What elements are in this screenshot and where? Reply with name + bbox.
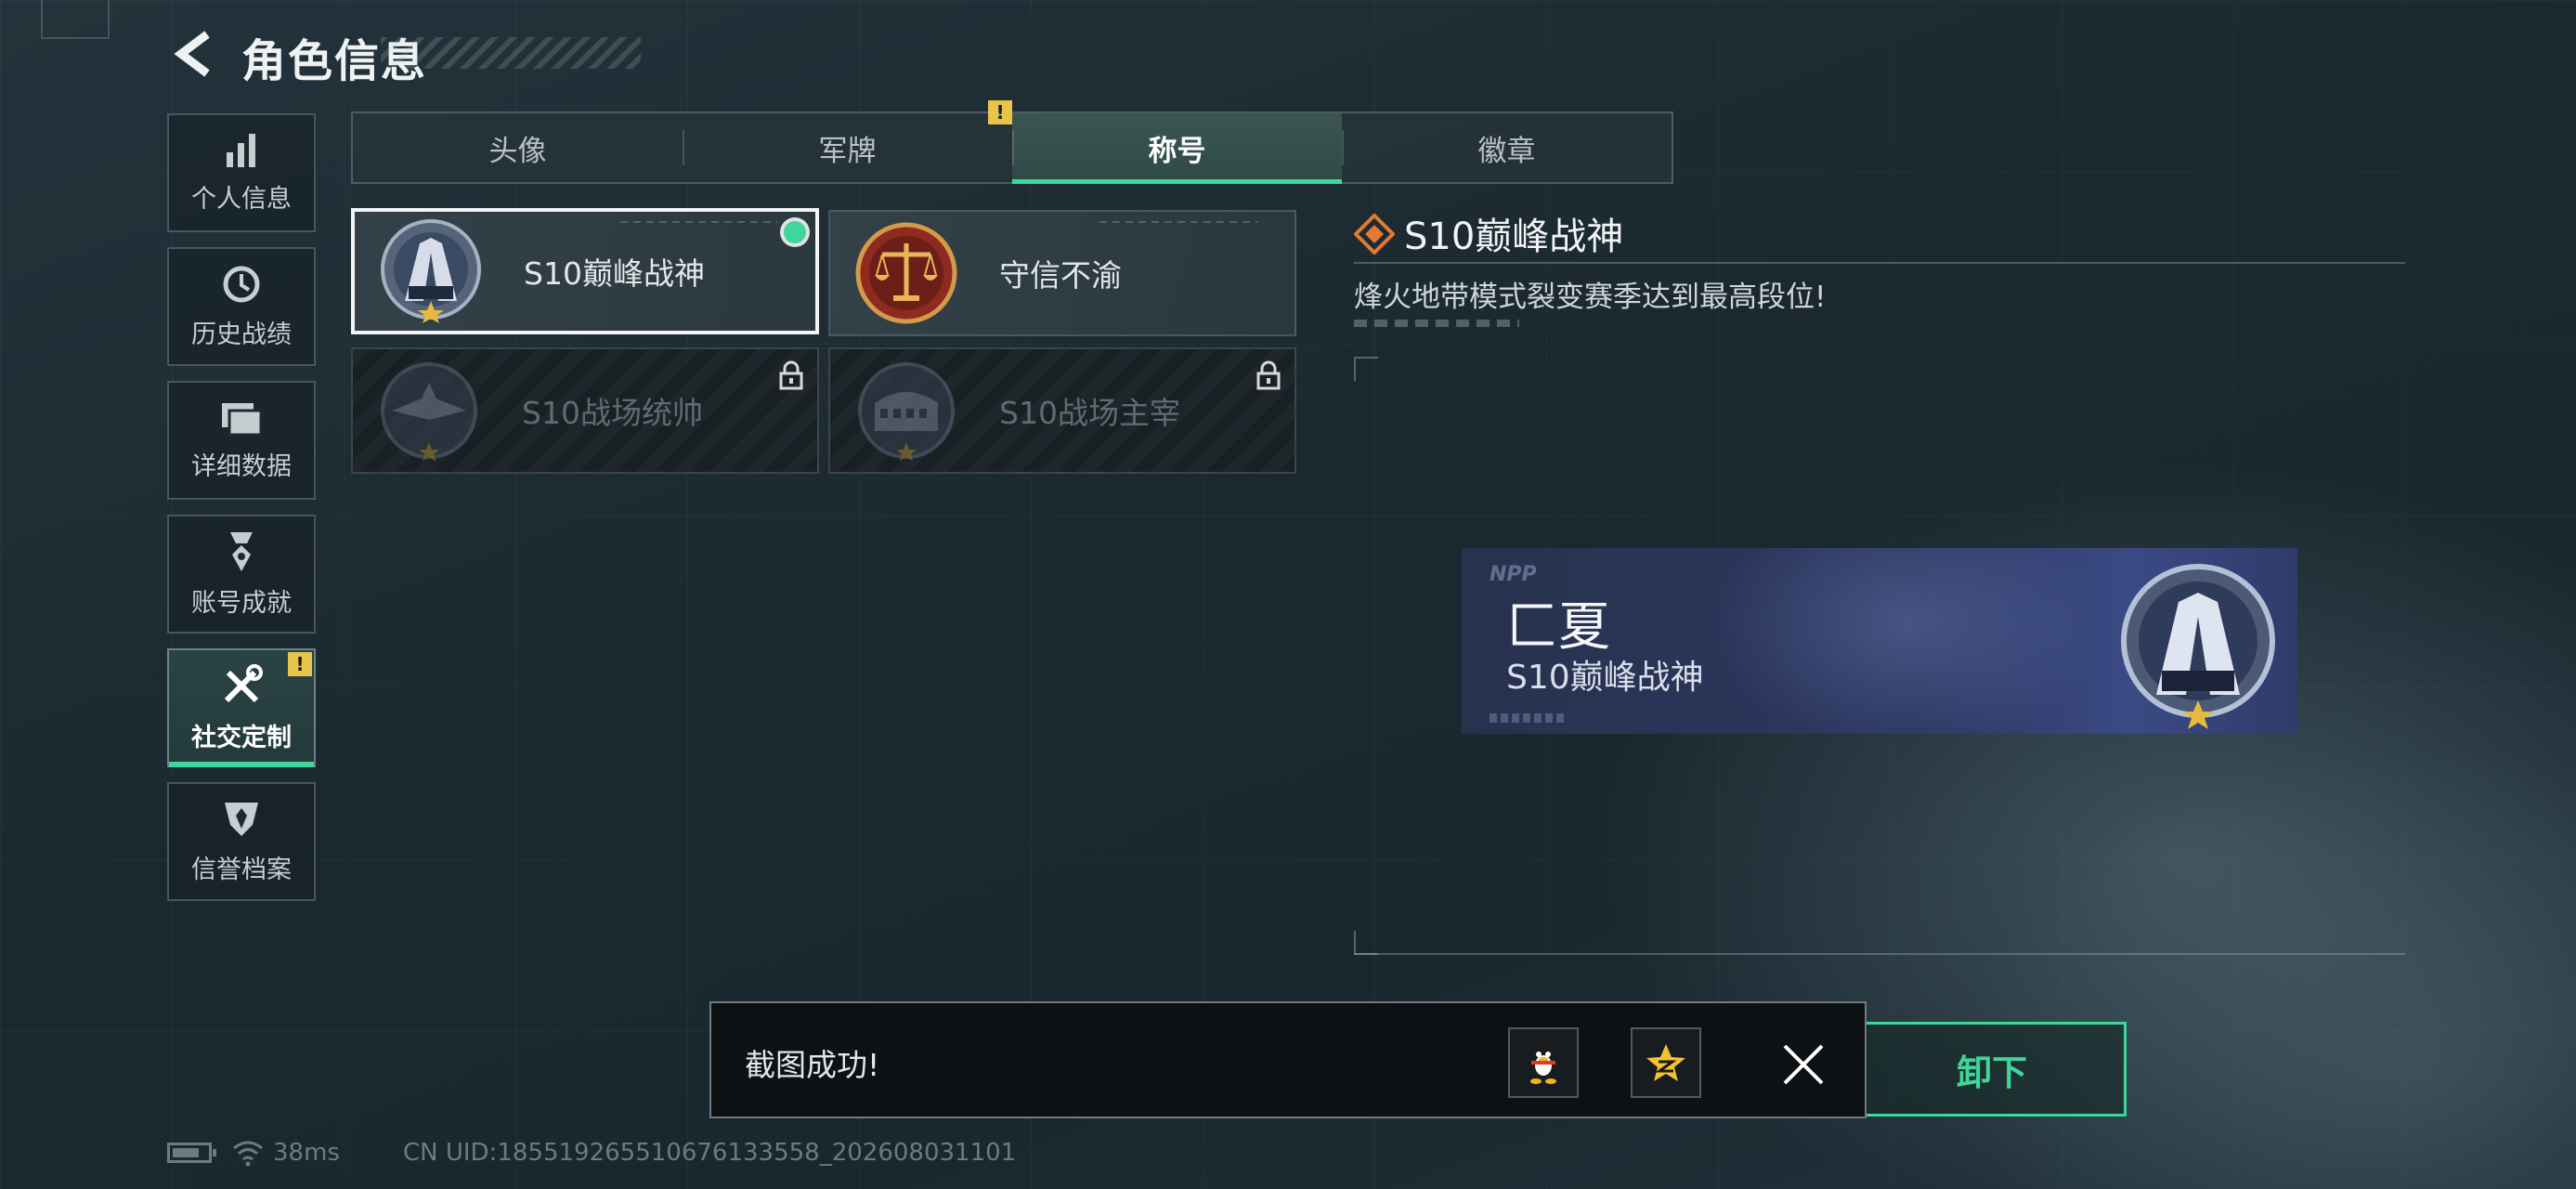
divider [1354, 953, 2405, 955]
alert-badge: ! [988, 100, 1012, 124]
title-card[interactable]: S10战场统帅 [351, 347, 819, 474]
sidebar-item-label: 个人信息 [191, 184, 292, 214]
sidebar-item-label: 详细数据 [191, 451, 292, 481]
scales-emblem-icon [855, 222, 957, 324]
share-qq-button[interactable] [1508, 1027, 1579, 1098]
sidebar-item-label: 社交定制 [191, 723, 292, 752]
tab-label: 军牌 [818, 134, 877, 168]
card-decoration [620, 221, 778, 223]
sidebar-item-achievements[interactable]: 账号成就 [167, 515, 316, 634]
history-clock-icon [223, 266, 260, 302]
corner-frame [41, 0, 110, 39]
title-card[interactable]: S10巅峰战神 [351, 208, 819, 334]
status-bar: 38ms CN UID:18551926551067613355​8_20260… [167, 1139, 1016, 1167]
sidebar-item-label: 账号成就 [191, 588, 292, 618]
tab-avatar[interactable]: 头像 [353, 113, 683, 182]
battlefield-ruler-emblem-icon [858, 362, 955, 461]
wifi-icon [233, 1141, 263, 1167]
sidebar-item-personal-info[interactable]: 个人信息 [167, 113, 316, 232]
title-card[interactable]: 守信不渝 [828, 210, 1296, 336]
banner-logo: NPP [1490, 563, 1537, 586]
peak-warrior-emblem-icon [381, 219, 481, 323]
divider [1354, 262, 2405, 264]
banner-title: S10巅峰战神 [1506, 659, 1704, 697]
battery-icon [167, 1143, 216, 1163]
banner-decoration [1490, 713, 1564, 723]
tab-label: 头像 [488, 134, 547, 168]
peak-warrior-emblem-icon [2121, 564, 2275, 729]
medal-icon [230, 531, 253, 571]
sidebar-item-social-custom[interactable]: 社交定制 ! [167, 648, 316, 767]
screenshot-toast: 截图成功! [709, 1001, 1867, 1118]
tab-dog-tag[interactable]: 军牌 ! [683, 100, 1012, 182]
bar-chart-icon [227, 133, 255, 167]
chevron-left-icon [174, 31, 210, 77]
shield-icon [225, 802, 258, 836]
tab-label: 徽章 [1477, 134, 1536, 168]
sidebar-item-reputation[interactable]: 信誉档案 [167, 782, 316, 901]
detail-decoration [1354, 320, 1519, 327]
sidebar-item-detailed-data[interactable]: 详细数据 [167, 381, 316, 500]
ping-value: 38ms [273, 1139, 340, 1167]
folder-icon [222, 402, 263, 436]
title-decoration [381, 37, 641, 69]
sidebar-item-history[interactable]: 历史战绩 [167, 247, 316, 366]
tab-label: 称号 [1148, 134, 1206, 168]
lock-icon [1256, 360, 1281, 390]
share-qzone-button[interactable] [1631, 1027, 1701, 1098]
sidebar-item-label: 信誉档案 [191, 855, 292, 884]
qzone-star-icon [1646, 1044, 1685, 1081]
back-button[interactable] [167, 26, 219, 82]
unequip-label: 卸下 [1956, 1052, 2027, 1093]
title-name: 守信不渝 [999, 257, 1122, 294]
card-decoration [1099, 221, 1257, 223]
tab-badge[interactable]: 徽章 [1342, 113, 1672, 182]
title-name: S10战场主宰 [999, 395, 1180, 431]
detail-description: 烽火地带模式裂变赛季达到最高段位! [1354, 281, 1827, 314]
equipped-indicator [784, 221, 806, 243]
tools-icon [224, 663, 263, 702]
tab-title[interactable]: 称号 [1012, 113, 1342, 184]
battlefield-commander-emblem-icon [381, 362, 477, 461]
qq-penguin-icon [1530, 1044, 1556, 1084]
lock-icon [779, 360, 803, 390]
close-icon[interactable] [1781, 1042, 1826, 1087]
player-name: 匚夏 [1506, 597, 1610, 658]
title-diamond-icon [1354, 214, 1395, 255]
category-tabs: 头像 军牌 ! 称号 徽章 [351, 100, 1673, 184]
uid-text: CN UID:18551926551067613355​8_2026080311… [402, 1139, 1017, 1167]
name-card-preview: NPP 匚夏 S10巅峰战神 [1462, 548, 2297, 734]
title-name: S10巅峰战神 [524, 255, 705, 292]
alert-badge: ! [288, 652, 312, 676]
title-name: S10战场统帅 [522, 395, 703, 431]
toast-message: 截图成功! [745, 1047, 880, 1083]
title-card[interactable]: S10战场主宰 [828, 347, 1296, 474]
detail-title: S10巅峰战神 [1404, 216, 1624, 258]
sidebar-item-label: 历史战绩 [191, 320, 292, 349]
